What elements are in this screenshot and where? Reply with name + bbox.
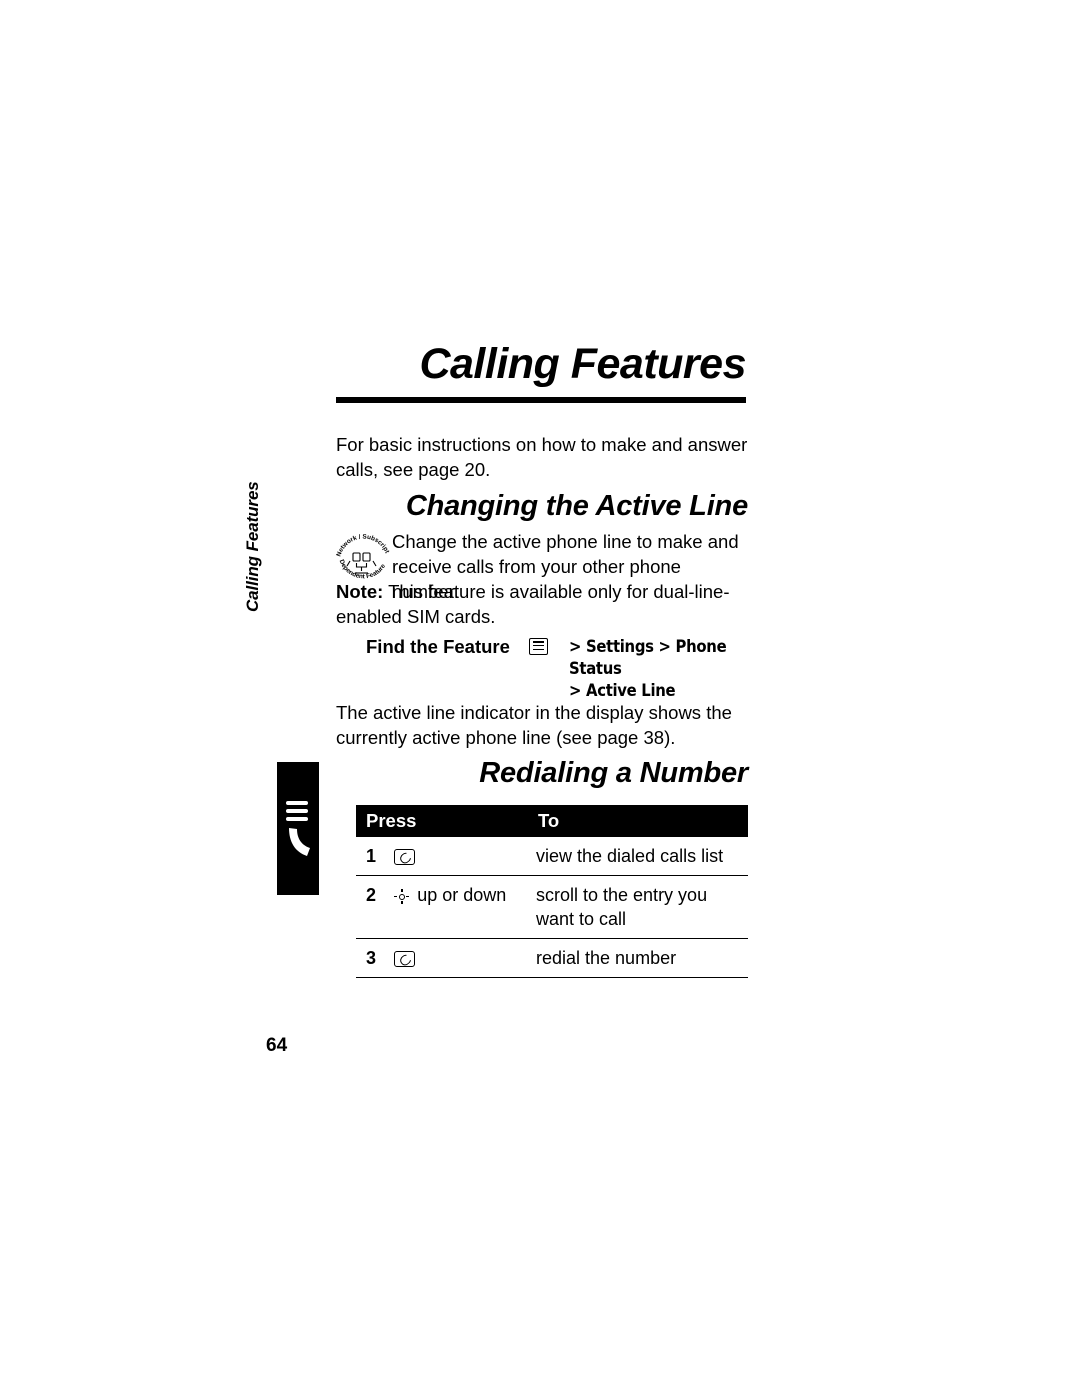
- title-divider: [336, 397, 746, 403]
- find-the-feature-path-line2: > Active Line: [569, 681, 676, 700]
- find-the-feature-path-line1: > Settings > Phone Status: [569, 637, 727, 678]
- step-description: redial the number: [528, 938, 748, 978]
- svg-text:Dependent Feature: Dependent Feature: [338, 559, 388, 581]
- page-number: 64: [266, 1035, 288, 1056]
- step-key: [394, 837, 528, 876]
- phone-glyph-icon: [286, 801, 310, 856]
- navigation-key-icon: [394, 889, 410, 904]
- step-key: [394, 938, 528, 978]
- table-row: 3 redial the number: [356, 938, 748, 978]
- table-row: 2 up or down scroll to the entry you wan…: [356, 875, 748, 939]
- table-header: Press To: [356, 805, 748, 837]
- step-description: view the dialed calls list: [528, 837, 748, 876]
- active-line-indicator-paragraph: The active line indicator in the display…: [336, 702, 732, 748]
- step-key: up or down: [394, 875, 528, 939]
- manual-page: Calling Features For basic instructions …: [0, 0, 1080, 1397]
- send-key-icon: [394, 951, 416, 967]
- note-text: This feature is available only for dual-…: [336, 581, 730, 627]
- send-key-icon: [394, 849, 416, 865]
- step-description: scroll to the entry you want to call: [528, 875, 748, 939]
- table-body: 1 view the dialed calls list 2 up or dow…: [356, 837, 748, 978]
- changing-active-line-note: Note: This feature is available only for…: [336, 579, 748, 629]
- find-the-feature-path: > Settings > Phone Status > Active Line: [569, 636, 747, 702]
- press-to-table: Press To 1 view the dialed calls list 2 …: [356, 805, 748, 978]
- table-row: 1 view the dialed calls list: [356, 837, 748, 876]
- column-header-to: To: [528, 805, 748, 837]
- page-title: Calling Features: [419, 340, 746, 388]
- step-number: 2: [356, 875, 395, 939]
- network-subscription-dependent-feature-icon: Network / Subscription Dependent Feature: [334, 523, 391, 582]
- note-label: Note:: [336, 581, 384, 602]
- step-number: 1: [356, 837, 395, 876]
- side-tab-chapter-label: Calling Features: [243, 481, 262, 612]
- section-heading-redialing-a-number: Redialing a Number: [479, 757, 748, 789]
- menu-key-icon: [529, 638, 548, 655]
- thumb-tab: [277, 762, 319, 895]
- step-number: 3: [356, 938, 395, 978]
- table-header-row: Press To: [356, 805, 748, 837]
- section-heading-changing-active-line: Changing the Active Line: [405, 490, 748, 522]
- find-the-feature-label: Find the Feature: [366, 636, 510, 657]
- intro-paragraph: For basic instructions on how to make an…: [336, 434, 748, 480]
- column-header-press: Press: [356, 805, 528, 837]
- step-key-label: up or down: [417, 885, 507, 905]
